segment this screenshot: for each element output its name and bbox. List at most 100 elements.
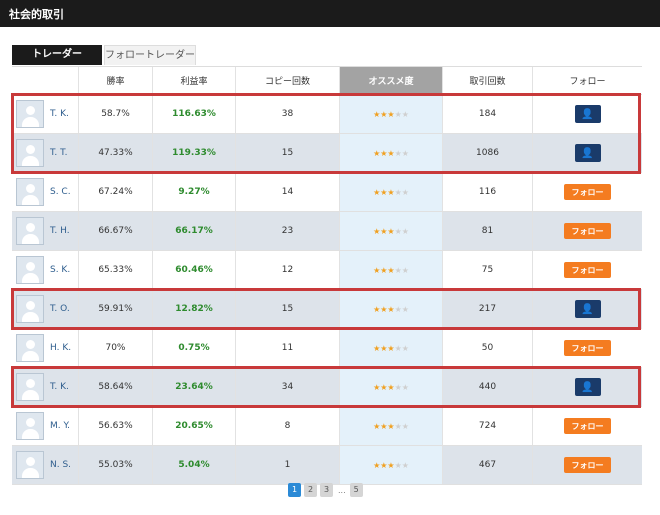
profit-rate: 5.04%	[153, 446, 236, 484]
trader-cell: H. K.	[12, 329, 79, 367]
profit-rate: 0.75%	[153, 329, 236, 367]
recommendation-rating: ★★★★★	[340, 446, 443, 484]
page-1-button[interactable]: 1	[288, 483, 301, 497]
avatar[interactable]	[16, 178, 44, 206]
page-3-button[interactable]: 3	[320, 483, 333, 497]
star-rating-icon: ★★★★★	[373, 421, 409, 431]
follow-button[interactable]: フォロー	[564, 184, 611, 200]
table-row: S. K. 65.33% 60.46% 12 ★★★★★ 75 フォロー	[12, 251, 642, 290]
star-rating-icon: ★★★★★	[373, 343, 409, 353]
follow-button[interactable]: フォロー	[564, 340, 611, 356]
win-rate: 47.33%	[79, 134, 153, 172]
pagination-ellipsis: ...	[338, 485, 346, 495]
trader-cell: M. Y.	[12, 407, 79, 445]
user-icon: 👤	[581, 147, 594, 159]
trade-count: 724	[443, 407, 533, 445]
trader-name[interactable]: M. Y.	[50, 421, 70, 431]
title-bar: 社会的取引	[0, 0, 660, 27]
recommendation-rating: ★★★★★	[340, 368, 443, 406]
avatar[interactable]	[16, 412, 44, 440]
copy-count: 15	[236, 134, 340, 172]
win-rate: 67.24%	[79, 173, 153, 211]
win-rate: 58.7%	[79, 95, 153, 133]
win-rate: 66.67%	[79, 212, 153, 250]
table-row: N. S. 55.03% 5.04% 1 ★★★★★ 467 フォロー	[12, 446, 642, 485]
following-user-button[interactable]: 👤	[574, 300, 601, 318]
recommendation-rating: ★★★★★	[340, 329, 443, 367]
header-profit-rate[interactable]: 利益率	[153, 67, 236, 94]
avatar[interactable]	[16, 451, 44, 479]
copy-count: 14	[236, 173, 340, 211]
following-user-button[interactable]: 👤	[574, 378, 601, 396]
header-win-rate[interactable]: 勝率	[79, 67, 153, 94]
trade-count: 75	[443, 251, 533, 289]
trader-name[interactable]: T. T.	[50, 148, 67, 158]
trader-cell: T. K.	[12, 95, 79, 133]
header-recommendation[interactable]: オススメ度	[340, 67, 443, 94]
trader-name[interactable]: T. H.	[50, 226, 70, 236]
user-icon: 👤	[581, 108, 594, 120]
trade-count: 1086	[443, 134, 533, 172]
profit-rate: 20.65%	[153, 407, 236, 445]
profit-rate: 9.27%	[153, 173, 236, 211]
follow-button[interactable]: フォロー	[564, 418, 611, 434]
trader-cell: T. H.	[12, 212, 79, 250]
avatar[interactable]	[16, 334, 44, 362]
trader-name[interactable]: T. K.	[50, 109, 69, 119]
table-row: H. K. 70% 0.75% 11 ★★★★★ 50 フォロー	[12, 329, 642, 368]
page-5-button[interactable]: 5	[349, 483, 363, 497]
trader-name[interactable]: S. K.	[50, 265, 70, 275]
follow-cell: 👤	[533, 290, 642, 328]
copy-count: 34	[236, 368, 340, 406]
avatar[interactable]	[16, 217, 44, 245]
tab-traders[interactable]: トレーダー	[12, 45, 102, 65]
table-row: S. C. 67.24% 9.27% 14 ★★★★★ 116 フォロー	[12, 173, 642, 212]
follow-button[interactable]: フォロー	[564, 457, 611, 473]
tab-follow-traders[interactable]: フォロートレーダー	[104, 45, 196, 65]
follow-cell: フォロー	[533, 251, 642, 289]
star-rating-icon: ★★★★★	[373, 382, 409, 392]
trader-name[interactable]: S. C.	[50, 187, 71, 197]
header-trade-count[interactable]: 取引回数	[443, 67, 533, 94]
star-rating-icon: ★★★★★	[373, 109, 409, 119]
win-rate: 56.63%	[79, 407, 153, 445]
copy-count: 1	[236, 446, 340, 484]
recommendation-rating: ★★★★★	[340, 407, 443, 445]
star-rating-icon: ★★★★★	[373, 148, 409, 158]
win-rate: 59.91%	[79, 290, 153, 328]
star-rating-icon: ★★★★★	[373, 265, 409, 275]
trader-cell: S. C.	[12, 173, 79, 211]
copy-count: 15	[236, 290, 340, 328]
table-row: T. T. 47.33% 119.33% 15 ★★★★★ 1086 👤	[12, 134, 642, 173]
page-2-button[interactable]: 2	[304, 483, 317, 497]
follow-cell: 👤	[533, 134, 642, 172]
profit-rate: 119.33%	[153, 134, 236, 172]
header-copy-count[interactable]: コピー回数	[236, 67, 340, 94]
trader-name[interactable]: T. K.	[50, 382, 69, 392]
trader-cell: T. K.	[12, 368, 79, 406]
trader-name[interactable]: T. O.	[50, 304, 70, 314]
trade-count: 116	[443, 173, 533, 211]
following-user-button[interactable]: 👤	[574, 105, 601, 123]
recommendation-rating: ★★★★★	[340, 95, 443, 133]
trade-count: 50	[443, 329, 533, 367]
follow-button[interactable]: フォロー	[564, 262, 611, 278]
trader-name[interactable]: N. S.	[50, 460, 71, 470]
avatar[interactable]	[16, 295, 44, 323]
trader-name[interactable]: H. K.	[50, 343, 71, 353]
profit-rate: 23.64%	[153, 368, 236, 406]
avatar[interactable]	[16, 100, 44, 128]
avatar[interactable]	[16, 373, 44, 401]
avatar[interactable]	[16, 139, 44, 167]
star-rating-icon: ★★★★★	[373, 304, 409, 314]
win-rate: 65.33%	[79, 251, 153, 289]
following-user-button[interactable]: 👤	[574, 144, 601, 162]
table-row: T. H. 66.67% 66.17% 23 ★★★★★ 81 フォロー	[12, 212, 642, 251]
pagination: 1 2 3 ... 5	[288, 483, 366, 497]
follow-button[interactable]: フォロー	[564, 223, 611, 239]
profit-rate: 60.46%	[153, 251, 236, 289]
table-row: T. K. 58.64% 23.64% 34 ★★★★★ 440 👤	[12, 368, 642, 407]
avatar[interactable]	[16, 256, 44, 284]
trader-cell: N. S.	[12, 446, 79, 484]
copy-count: 12	[236, 251, 340, 289]
